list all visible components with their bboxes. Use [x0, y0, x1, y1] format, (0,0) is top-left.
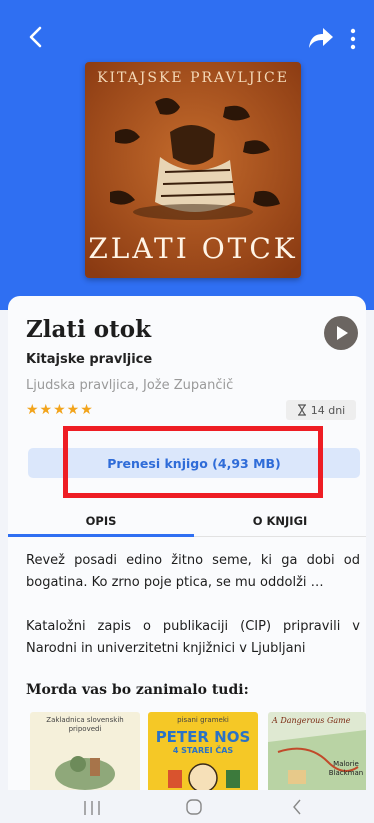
rec-2-illustration	[168, 763, 240, 793]
nav-back-icon[interactable]	[290, 798, 304, 816]
play-button[interactable]	[324, 316, 358, 350]
cover-series-text: KITAJSKE PRAVLJICE	[97, 70, 289, 86]
rec-3-author: Malorie Blackman	[328, 760, 364, 777]
more-vertical-icon[interactable]	[346, 26, 360, 52]
recent-apps-icon[interactable]	[82, 800, 102, 816]
recommendation-book-1[interactable]: Zakladnica slovenskih pripovedi	[30, 712, 140, 794]
tab-opis[interactable]: OPIS	[8, 506, 194, 536]
loan-period-text: 14 dni	[310, 403, 346, 417]
home-icon[interactable]	[185, 798, 203, 816]
loan-period-badge: 14 dni	[286, 400, 356, 420]
description-paragraph: Revež posadi edino žitno seme, ki ga dob…	[26, 553, 360, 590]
share-icon[interactable]	[308, 26, 334, 50]
book-subtitle: Kitajske pravljice	[26, 352, 153, 367]
book-details-sheet: Zlati otok Kitajske pravljice Ljudska pr…	[8, 296, 366, 823]
book-authors: Ljudska pravljica, Jože Zupančič	[26, 378, 234, 393]
download-book-button[interactable]: Prenesi knjigo (4,93 MB)	[28, 448, 360, 478]
system-navigation-bar	[0, 790, 374, 823]
recommendation-book-2[interactable]: pisani grameki PETER NOS 4 STAREI ČAS	[148, 712, 258, 794]
tab-o-knjigi[interactable]: O KNJIGI	[194, 506, 366, 536]
book-cover: KITAJSKE PRAVLJICE ZLATI OTCK	[85, 62, 301, 278]
active-tab-indicator	[8, 534, 194, 537]
cip-paragraph: Kataložni zapis o publikaciji (CIP) prip…	[26, 619, 360, 656]
cover-title-text: ZLATI OTCK	[88, 232, 298, 265]
rec-1-illustration	[55, 756, 115, 790]
recommendation-book-3[interactable]: A Dangerous Game Malorie Blackman	[268, 712, 366, 794]
recommendations-title: Morda vas bo zanimalo tudi:	[26, 682, 249, 698]
hourglass-icon	[297, 404, 306, 416]
top-bar	[0, 18, 374, 58]
rec-3-title: A Dangerous Game	[272, 716, 351, 725]
play-icon	[337, 326, 348, 340]
rating-stars: ★★★★★	[26, 402, 94, 418]
book-title: Zlati otok	[26, 316, 152, 343]
back-arrow-icon[interactable]	[24, 24, 50, 50]
